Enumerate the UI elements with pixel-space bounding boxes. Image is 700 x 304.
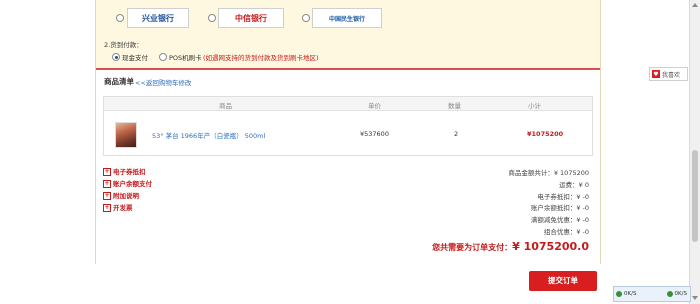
col-product: 商品 <box>219 102 232 110</box>
promo-invoice[interactable]: + 开发票 <box>103 202 133 212</box>
plus-icon: + <box>103 168 111 176</box>
bank-option-minsheng[interactable]: 中国民生银行 <box>312 8 382 28</box>
bank-option-xingye[interactable]: 兴业银行 <box>127 8 189 28</box>
col-qty: 数量 <box>448 102 461 110</box>
heart-icon: ♥ <box>652 70 660 78</box>
promo-ecoupon[interactable]: + 电子券抵扣 <box>103 166 146 176</box>
network-speed-widget[interactable]: 0K/S 0K/S <box>613 286 691 302</box>
pos-pay-radio[interactable] <box>159 53 167 61</box>
plus-icon: + <box>103 192 111 200</box>
plus-icon: + <box>103 204 111 212</box>
promo-balance[interactable]: + 账户余额支付 <box>103 178 152 188</box>
download-speed: 0K/S <box>674 291 687 297</box>
col-subtotal: 小计 <box>528 102 541 110</box>
cart-title: 商品清单 <box>104 77 134 86</box>
product-price: ¥537600 <box>360 130 389 138</box>
product-name-link[interactable]: 53° 茅台 1966年产（白瓷瓶） 500ml <box>152 130 265 140</box>
bank-name: 兴业银行 <box>142 13 174 23</box>
bank-radio-xingye[interactable] <box>116 14 124 22</box>
pos-pay-note: (如遇网支持的货到付款及货到刷卡地区) <box>203 54 319 62</box>
pos-pay-label: POS机刷卡 <box>169 54 202 62</box>
payment-method-area: 兴业银行 中信银行 中国民生银行 2.货到付款： 现金支付 POS机刷卡 (如遇… <box>96 0 600 70</box>
submit-order-button[interactable]: 提交订单 <box>529 271 597 291</box>
order-total: 您共需要为订单支付：¥ 1075200.0 <box>432 240 589 253</box>
bank-option-citic[interactable]: 中信银行 <box>218 8 284 28</box>
summary-combo: 组合优惠：¥ -0 <box>543 228 589 236</box>
product-subtotal: ¥1075200 <box>527 130 564 138</box>
bank-radio-minsheng[interactable] <box>302 14 310 22</box>
table-header: 商品 单价 数量 小计 <box>104 97 592 111</box>
total-value: ¥ 1075200.0 <box>512 240 589 253</box>
summary-shipping: 运费：¥ 0 <box>559 181 589 189</box>
product-qty: 2 <box>454 130 459 138</box>
total-label: 您共需要为订单支付： <box>432 243 513 252</box>
scrollbar-thumb[interactable] <box>692 150 698 242</box>
promo-remarks[interactable]: + 附加说明 <box>103 190 139 200</box>
back-to-cart-link[interactable]: <<返回购物车修改 <box>135 77 191 87</box>
order-panel: 兴业银行 中信银行 中国民生银行 2.货到付款： 现金支付 POS机刷卡 (如遇… <box>95 0 601 264</box>
bank-name: 中信银行 <box>235 13 267 23</box>
scroll-down-icon[interactable] <box>692 296 698 300</box>
scroll-up-icon[interactable] <box>692 3 698 7</box>
summary-balance: 账户余额抵扣：¥ -0 <box>530 204 589 212</box>
favorite-label: 我喜欢 <box>662 71 681 79</box>
network-icon <box>666 291 673 297</box>
product-thumbnail[interactable] <box>115 122 137 148</box>
summary-goods-total: 商品金额共计：¥ 1075200 <box>508 169 589 177</box>
plus-icon: + <box>103 180 111 188</box>
cash-pay-radio[interactable] <box>112 53 120 61</box>
bank-name: 中国民生银行 <box>328 15 365 23</box>
col-price: 单价 <box>368 102 381 110</box>
delivery-pay-title: 2.货到付款： <box>104 41 143 49</box>
cart-table: 商品 单价 数量 小计 <box>103 96 593 156</box>
favorite-float[interactable]: ♥ 我喜欢 <box>649 67 688 81</box>
network-icon <box>616 291 622 297</box>
bank-radio-citic[interactable] <box>208 14 216 22</box>
vertical-scrollbar[interactable] <box>689 0 700 304</box>
summary-ecoupon: 电子券抵扣：¥ -0 <box>537 193 589 201</box>
cash-pay-label: 现金支付 <box>122 54 148 62</box>
upload-speed: 0K/S <box>624 291 637 297</box>
summary-full-reduction: 满额减免优惠：¥ -0 <box>530 216 589 224</box>
